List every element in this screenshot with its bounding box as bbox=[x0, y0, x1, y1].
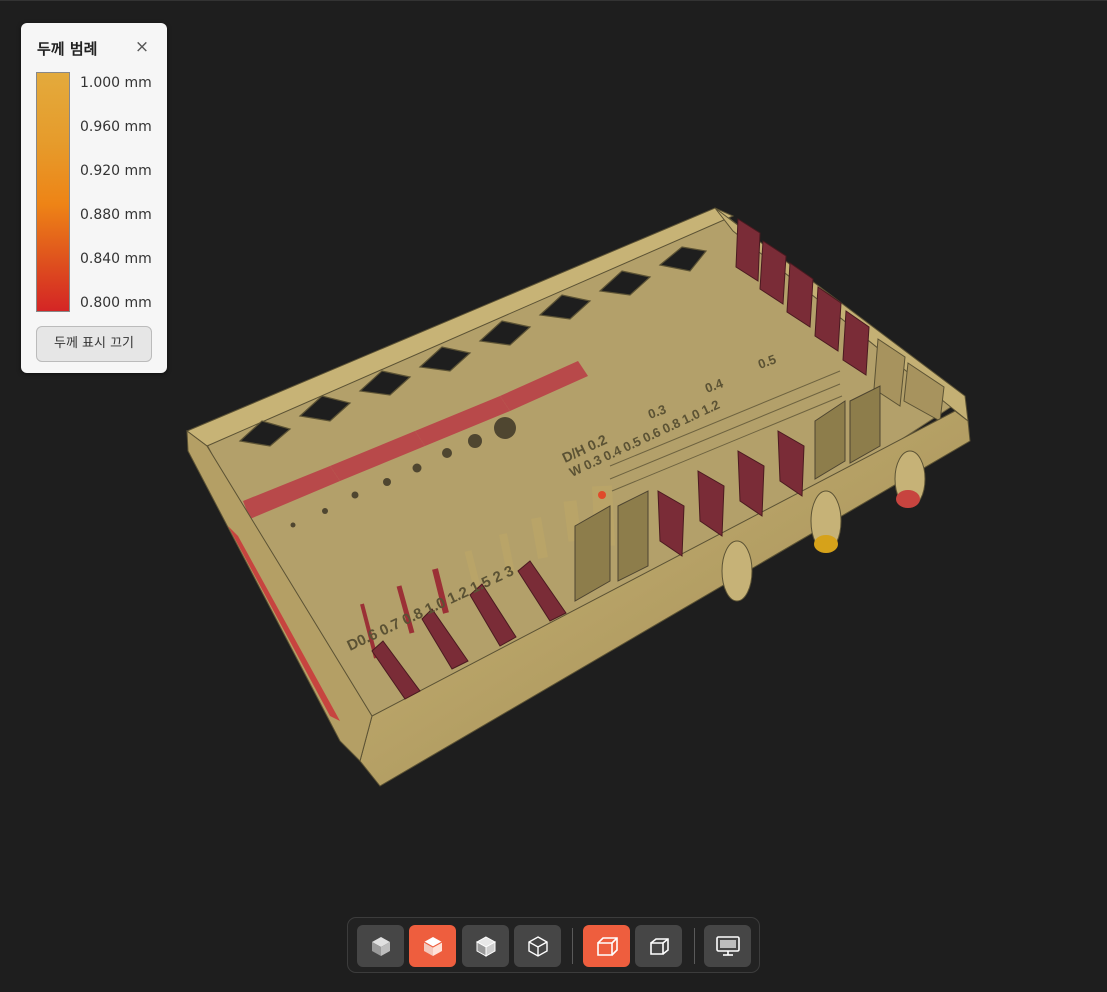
legend-title: 두께 범례 bbox=[37, 40, 98, 58]
projection-perspective-button[interactable] bbox=[583, 925, 630, 967]
legend-tick: 0.800 mm bbox=[80, 295, 152, 311]
legend-tick: 0.840 mm bbox=[80, 251, 152, 267]
probe-marker[interactable] bbox=[598, 491, 606, 499]
monitor-icon bbox=[715, 936, 740, 956]
close-icon[interactable]: × bbox=[132, 37, 152, 57]
legend-gradient-bar bbox=[36, 72, 70, 312]
legend-tick: 0.960 mm bbox=[80, 119, 152, 135]
toolbar-divider bbox=[572, 928, 573, 964]
display-settings-button[interactable] bbox=[704, 925, 751, 967]
xray-cube-icon bbox=[475, 936, 496, 957]
view-thickness-button[interactable] bbox=[409, 925, 456, 967]
projection-orthographic-button[interactable] bbox=[635, 925, 682, 967]
perspective-box-icon bbox=[596, 937, 618, 956]
orthographic-box-icon bbox=[649, 938, 669, 955]
view-toolbar bbox=[347, 917, 760, 973]
thickness-legend-panel: 두께 범례 × 1.000 mm 0.960 mm 0.920 mm 0.880… bbox=[21, 23, 167, 373]
legend-tick: 0.880 mm bbox=[80, 207, 152, 223]
wireframe-cube-icon bbox=[527, 936, 548, 957]
view-solid-button[interactable] bbox=[357, 925, 404, 967]
toolbar-divider bbox=[694, 928, 695, 964]
legend-tick: 1.000 mm bbox=[80, 75, 152, 91]
legend-tick: 0.920 mm bbox=[80, 163, 152, 179]
thickness-toggle-button[interactable]: 두께 표시 끄기 bbox=[36, 326, 152, 362]
solid-cube-icon bbox=[371, 937, 390, 956]
shaded-cube-icon bbox=[423, 937, 442, 956]
view-xray-button[interactable] bbox=[462, 925, 509, 967]
view-wireframe-button[interactable] bbox=[514, 925, 561, 967]
